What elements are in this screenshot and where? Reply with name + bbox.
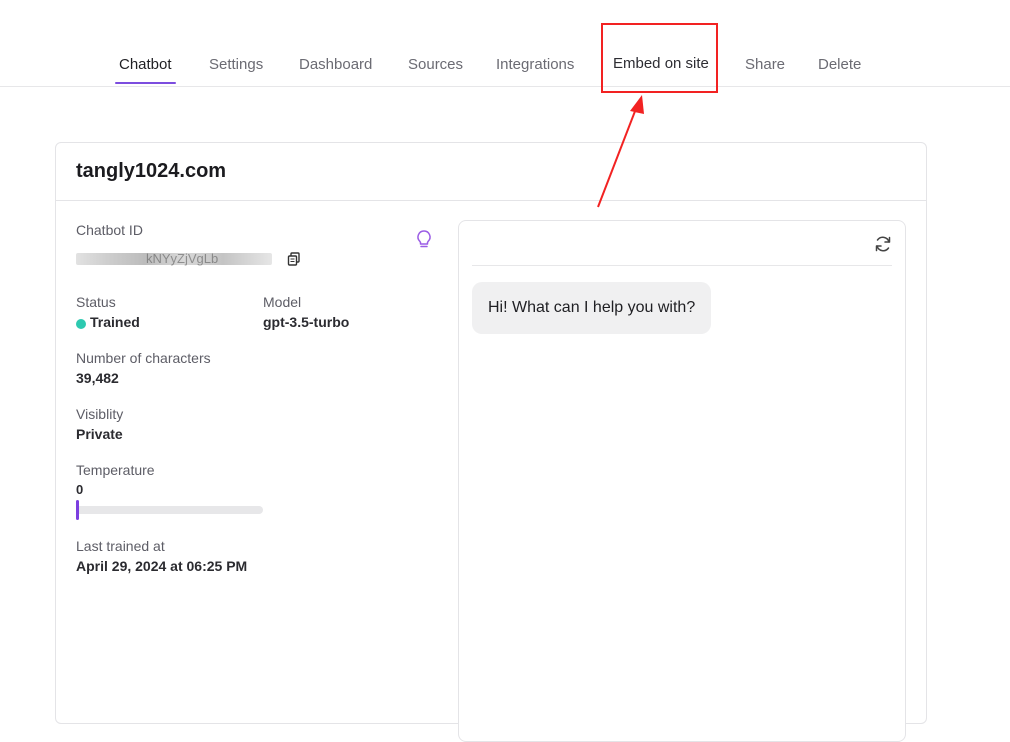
copy-icon[interactable] xyxy=(287,252,301,266)
card-header: tangly1024.com xyxy=(56,143,926,201)
refresh-icon[interactable] xyxy=(873,234,893,254)
chatbot-card: tangly1024.com Chatbot ID kNYyZjVgLb Sta… xyxy=(55,142,927,742)
tab-settings[interactable]: Settings xyxy=(209,56,263,73)
temperature-slider xyxy=(76,500,263,520)
tab-dashboard[interactable]: Dashboard xyxy=(299,56,372,73)
status-value: Trained xyxy=(90,314,140,330)
temperature-slider-handle xyxy=(76,500,79,520)
temperature-value: 0 xyxy=(76,482,84,497)
chat-preview-panel: Hi! What can I help you with? xyxy=(458,220,906,742)
tab-integrations[interactable]: Integrations xyxy=(496,56,574,73)
chat-header-divider xyxy=(472,265,892,266)
tab-chatbot[interactable]: Chatbot xyxy=(115,56,176,84)
model-value: gpt-3.5-turbo xyxy=(263,314,350,330)
bot-greeting-message: Hi! What can I help you with? xyxy=(472,282,712,334)
visibility-value: Private xyxy=(76,426,123,442)
status-label: Status xyxy=(76,294,116,310)
status-indicator-dot xyxy=(76,319,86,329)
chatbot-id-label: Chatbot ID xyxy=(76,222,143,238)
characters-value: 39,482 xyxy=(76,370,119,386)
chatbot-title: tangly1024.com xyxy=(76,160,227,182)
last-trained-label: Last trained at xyxy=(76,538,165,554)
characters-label: Number of characters xyxy=(76,350,211,366)
model-label: Model xyxy=(263,294,302,310)
lightbulb-icon[interactable] xyxy=(415,229,433,249)
tab-share[interactable]: Share xyxy=(745,56,785,73)
tab-sources[interactable]: Sources xyxy=(408,56,463,73)
tab-bar: Chatbot Settings Dashboard Sources Integ… xyxy=(0,0,1010,87)
annotation-highlight-box xyxy=(601,23,718,93)
last-trained-value: April 29, 2024 at 06:25 PM xyxy=(76,558,248,574)
chatbot-id-fragment: kNYyZjVgLb xyxy=(146,251,219,266)
visibility-label: Visiblity xyxy=(76,406,124,422)
temperature-label: Temperature xyxy=(76,462,155,478)
tab-delete[interactable]: Delete xyxy=(818,56,861,73)
